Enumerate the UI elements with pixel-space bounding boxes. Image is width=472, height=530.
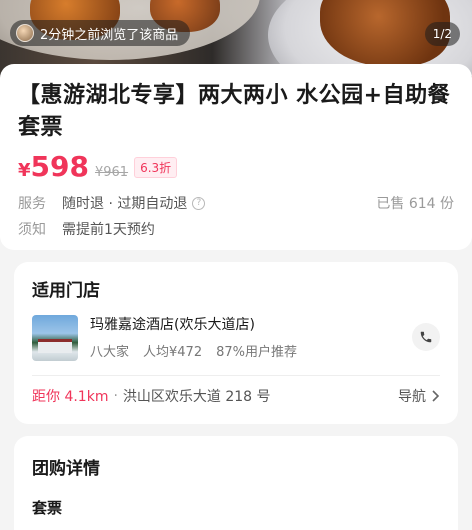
- store-recommend-rate: 87%用户推荐: [216, 345, 298, 360]
- service-value: 随时退 · 过期自动退: [62, 196, 188, 212]
- store-category: 八大家: [90, 345, 130, 360]
- recent-view-badge: 2分钟之前浏览了该商品: [10, 20, 191, 46]
- phone-icon: [420, 331, 432, 343]
- navigate-label: 导航: [398, 389, 426, 405]
- chevron-right-icon: [432, 390, 440, 402]
- product-info-card: 【惠游湖北专享】两大两小 水公园+自助餐套票 ¥598 ¥961 6.3折 服务…: [0, 64, 472, 250]
- store-name: 玛雅嘉途酒店(欢乐大道店): [90, 317, 255, 333]
- store-item[interactable]: 玛雅嘉途酒店(欢乐大道店) 八大家 人均¥472 87%用户推荐: [32, 315, 440, 361]
- avatar-icon: [16, 24, 34, 42]
- store-info: 玛雅嘉途酒店(欢乐大道店) 八大家 人均¥472 87%用户推荐: [90, 315, 400, 360]
- notice-label: 须知: [18, 222, 46, 238]
- location-row[interactable]: 距你 4.1km · 洪山区欢乐大道 218 号 导航: [32, 386, 440, 406]
- service-label: 服务: [18, 196, 46, 212]
- store-meta: 八大家 人均¥472 87%用户推荐: [90, 341, 400, 360]
- phone-button[interactable]: [412, 323, 440, 351]
- sold-count: 已售 614 份: [376, 196, 454, 212]
- product-title: 【惠游湖北专享】两大两小 水公园+自助餐套票: [18, 83, 451, 140]
- store-thumbnail: [32, 315, 78, 361]
- distance-text: 距你 4.1km: [32, 389, 109, 405]
- detail-subtitle: 套票: [32, 499, 63, 517]
- separator-dot: ·: [113, 388, 118, 404]
- notice-row: 须知 需提前1天预约: [18, 219, 454, 239]
- address-text: 洪山区欢乐大道 218 号: [122, 389, 271, 405]
- store-avg-price: 人均¥472: [143, 345, 203, 360]
- help-icon[interactable]: ?: [192, 196, 206, 210]
- store-card: 适用门店 玛雅嘉途酒店(欢乐大道店) 八大家 人均¥472 87%用户推荐 距你…: [14, 262, 458, 424]
- current-price: ¥598: [18, 150, 89, 183]
- image-counter: 1/2: [424, 22, 460, 46]
- navigate-button[interactable]: 导航: [398, 386, 440, 406]
- original-price: ¥961: [94, 165, 129, 180]
- notice-value: 需提前1天预约: [62, 222, 155, 238]
- store-building-image: [38, 339, 72, 353]
- deal-detail-card: 团购详情 套票: [14, 436, 458, 530]
- price-value: 598: [30, 150, 89, 183]
- service-row[interactable]: 服务 随时退 · 过期自动退 ? 已售 614 份: [18, 193, 454, 213]
- recent-view-text: 2分钟之前浏览了该商品: [40, 27, 179, 43]
- divider: [32, 375, 440, 376]
- discount-badge: 6.3折: [134, 157, 178, 178]
- price-row: ¥598 ¥961 6.3折: [18, 150, 454, 183]
- store-section-title: 适用门店: [32, 281, 100, 301]
- detail-section-title: 团购详情: [32, 459, 100, 479]
- price-symbol: ¥: [18, 160, 31, 181]
